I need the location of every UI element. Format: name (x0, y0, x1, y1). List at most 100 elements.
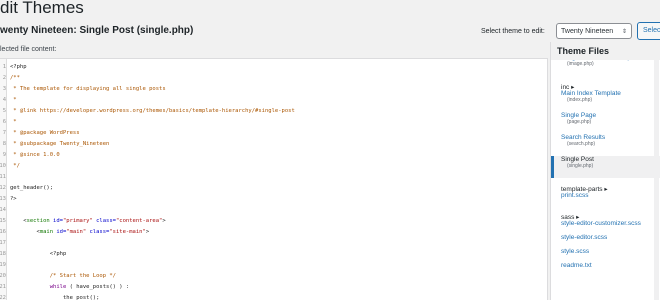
file-heading: wenty Nineteen: Single Post (single.php) (0, 25, 194, 36)
tree-file-link[interactable]: Single Post (561, 156, 660, 163)
tree-file-name: (image.php) (567, 61, 594, 67)
line-number: 3 (2, 86, 6, 92)
code-text: <?php (10, 64, 27, 70)
code-line: 16 <main id="main" class="site-main"> (0, 227, 547, 237)
tree-file[interactable]: Search Results (search.php) (551, 134, 660, 156)
line-number: 17 (0, 240, 6, 246)
line-number: 2 (2, 75, 6, 81)
code-text: * @link https://developer.wordpress.org/… (10, 108, 295, 114)
code-text: * @package WordPress (10, 130, 80, 136)
code-line: 1 <?php (0, 62, 547, 72)
line-number: 19 (0, 262, 6, 268)
tree-file-link[interactable]: Single Page (561, 112, 660, 119)
code-text: */ (10, 163, 20, 169)
code-line: 3 * The template for displaying all sing… (0, 84, 547, 94)
line-number: 22 (0, 295, 6, 300)
tree-file[interactable]: style-editor-customizer.scss (551, 220, 660, 234)
tree-file[interactable]: style-editor.scss (551, 234, 660, 248)
code-text: get_header(); (10, 185, 54, 191)
code-text: <?php (10, 251, 67, 257)
tree-file-link[interactable]: style.scss (561, 248, 660, 255)
line-number: 4 (2, 97, 6, 103)
line-number: 10 (0, 163, 6, 169)
tree-folder[interactable]: inc ▸ (551, 76, 660, 91)
code-text: * @since 1.0.0 (10, 152, 60, 158)
select-theme-button[interactable]: Select (637, 22, 660, 40)
tree-folder[interactable]: sass ▸ (551, 206, 660, 221)
theme-select[interactable]: Twenty Nineteen ⇕ (556, 23, 632, 39)
tree-file[interactable]: Main Index Template (index.php) (551, 90, 660, 112)
page-title: dit Themes (0, 0, 84, 17)
file-content-label: lected file content: (0, 46, 57, 53)
code-text: * The template for displaying all single… (10, 86, 166, 92)
code-line: 20 /* Start the Loop */ (0, 271, 547, 281)
tree-file-name: (index.php) (567, 97, 593, 103)
code-line: 15 <section id="primary" class="content-… (0, 216, 547, 226)
tree-file-link[interactable]: readme.txt (561, 262, 660, 269)
tree-file-link[interactable]: style-editor-customizer.scss (561, 220, 660, 227)
line-number: 1 (2, 64, 6, 70)
tree-file-name: (single.php) (567, 163, 594, 169)
theme-files-sidebar: Theme Files Image Attachment Template(im… (550, 42, 660, 300)
code-line: 2 /** (0, 73, 547, 83)
code-text: <section id="primary" class="content-are… (10, 218, 166, 224)
tree-file[interactable]: Image Attachment Template(image.php) (551, 60, 660, 76)
code-text: * (10, 119, 17, 125)
code-line: 13 ?> (0, 194, 547, 204)
code-editor[interactable]: 1 <?php 2 /** 3 * The template for displayin… (0, 58, 548, 300)
code-text: <main id="main" class="site-main"> (10, 229, 150, 235)
line-number: 16 (0, 229, 6, 235)
tree-file-name: (page.php) (567, 119, 592, 125)
tree-file-link[interactable]: print.scss (561, 192, 660, 199)
theme-select-value: Twenty Nineteen (561, 27, 614, 35)
code-line: 8 * @subpackage Twenty_Nineteen (0, 139, 547, 149)
line-number: 21 (0, 284, 6, 290)
code-text: /* Start the Loop */ (10, 273, 116, 279)
code-line: 19 (0, 260, 547, 270)
tree-file-link[interactable]: style-editor.scss (561, 234, 660, 241)
code-line: 9 * @since 1.0.0 (0, 150, 547, 160)
code-line: 5 * @link https://developer.wordpress.or… (0, 106, 547, 116)
code-line: 6 * (0, 117, 547, 127)
code-text: ?> (10, 196, 17, 202)
line-number: 11 (0, 174, 6, 180)
code-line: 18 <?php (0, 249, 547, 259)
tree-file[interactable]: print.scss (551, 192, 660, 206)
line-number: 20 (0, 273, 6, 279)
line-number: 15 (0, 218, 6, 224)
code-text: * (10, 97, 17, 103)
line-number: 13 (0, 196, 6, 202)
line-number: 12 (0, 185, 6, 191)
tree-folder[interactable]: template-parts ▸ (551, 178, 660, 193)
code-line: 7 * @package WordPress (0, 128, 547, 138)
code-text: /** (10, 75, 20, 81)
code-line: 10 */ (0, 161, 547, 171)
code-line: 21 while ( have_posts() ) : (0, 282, 547, 292)
tree-file-link[interactable]: Main Index Template (561, 90, 660, 97)
tree-file[interactable]: Single Post (single.php) (551, 156, 660, 178)
code-text: while ( have_posts() ) : (49, 284, 130, 290)
code-line: 14 (0, 205, 547, 215)
line-number: 9 (2, 152, 6, 158)
theme-files-title: Theme Files (557, 46, 610, 56)
code-line: 12 get_header(); (0, 183, 547, 193)
code-line: 11 (0, 172, 547, 182)
line-number: 5 (2, 108, 6, 114)
line-number: 18 (0, 251, 6, 257)
tree-scrollbar[interactable] (654, 60, 659, 300)
line-number: 7 (2, 130, 6, 136)
tree-file-link[interactable]: Search Results (561, 134, 660, 141)
tree-file-name: (search.php) (567, 141, 596, 147)
theme-files-tree: Image Attachment Template(image.php)inc … (551, 60, 660, 300)
tree-file[interactable]: style.scss (551, 248, 660, 262)
tree-file[interactable]: readme.txt (551, 262, 660, 276)
line-number: 14 (0, 207, 6, 213)
tree-file[interactable]: Single Page (page.php) (551, 112, 660, 134)
line-number: 6 (2, 119, 6, 125)
code-line: 4 * (0, 95, 547, 105)
code-line: 22 the_post(); (0, 293, 547, 300)
code-text: * @subpackage Twenty_Nineteen (10, 141, 110, 147)
code-line: 17 (0, 238, 547, 248)
code-text: the_post(); (10, 295, 100, 300)
line-number: 8 (2, 141, 6, 147)
